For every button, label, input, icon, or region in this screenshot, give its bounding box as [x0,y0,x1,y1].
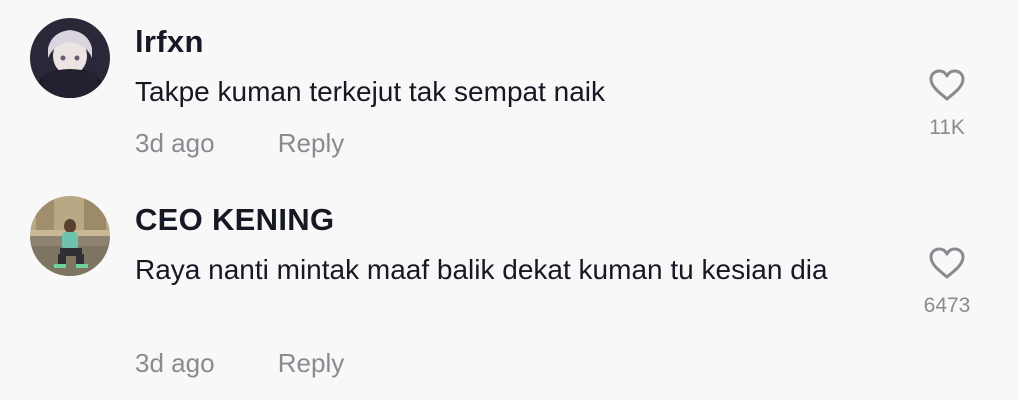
comment-item: lrfxn Takpe kuman terkejut tak sempat na… [0,0,1018,190]
like-button[interactable]: 6473 [907,246,987,318]
avatar[interactable] [30,18,110,98]
comment-meta: 3d ago Reply [135,348,344,379]
anime-avatar-icon [30,18,110,98]
photo-avatar-icon [30,196,110,276]
reply-button[interactable]: Reply [278,128,344,158]
avatar[interactable] [30,196,110,276]
comment-meta: 3d ago Reply [135,128,344,159]
like-count: 6473 [923,294,971,317]
comment-text: Raya nanti mintak maaf balik dekat kuman… [135,254,828,285]
like-button[interactable]: 11K [907,68,987,140]
reply-button[interactable]: Reply [278,348,344,378]
heart-icon[interactable] [928,246,966,280]
comment-time: 3d ago [135,348,215,378]
comment-time: 3d ago [135,128,215,158]
comment-text: Takpe kuman terkejut tak sempat naik [135,76,606,107]
heart-icon[interactable] [928,68,966,102]
comment-username[interactable]: lrfxn [135,24,204,60]
comment-username[interactable]: CEO KENING [135,202,334,238]
comment-item: CEO KENING Raya nanti mintak maaf balik … [0,190,1018,400]
like-count: 11K [929,116,965,139]
